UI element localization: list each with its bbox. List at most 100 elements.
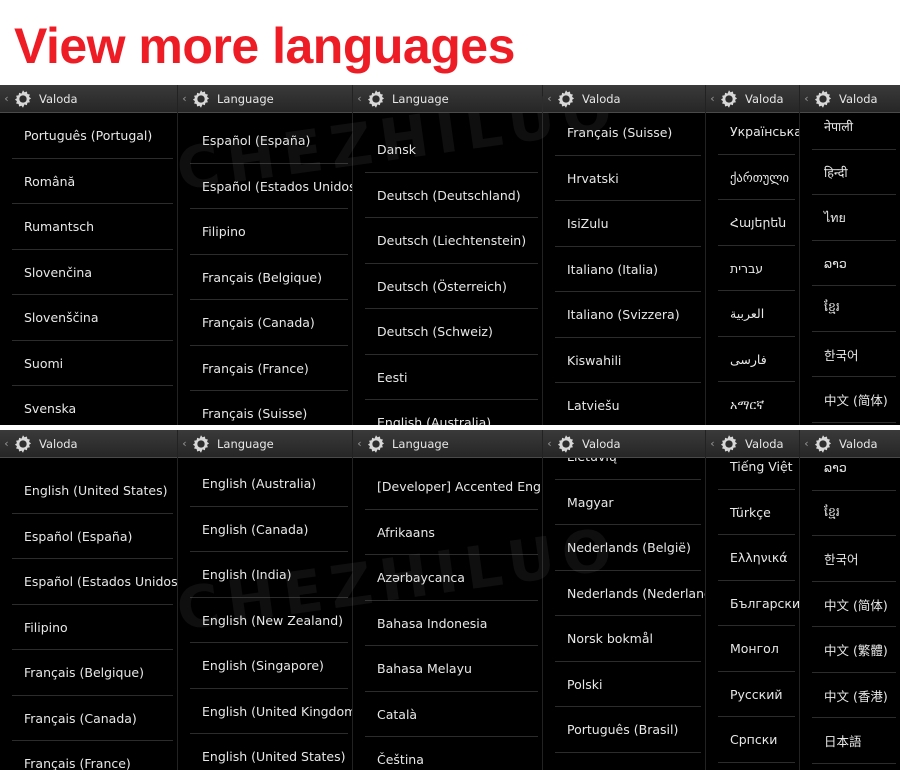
back-arrow-icon[interactable]: ‹: [708, 430, 717, 457]
settings-gear-icon[interactable]: [190, 433, 212, 455]
language-list-item[interactable]: Rumantsch: [0, 204, 177, 250]
language-list-item[interactable]: Kiswahili: [543, 338, 705, 384]
language-list[interactable]: [Developer] Accented EnglishAfrikaansAzə…: [353, 458, 542, 770]
language-list-item[interactable]: Italiano (Svizzera): [543, 292, 705, 338]
language-list-item[interactable]: Монгол: [706, 626, 799, 672]
language-list[interactable]: LietuviųMagyarNederlands (België)Nederla…: [543, 458, 705, 770]
language-list-item[interactable]: Bahasa Melayu: [353, 646, 542, 692]
language-list-item[interactable]: Français (Canada): [178, 300, 352, 346]
back-arrow-icon[interactable]: ‹: [802, 430, 811, 457]
language-list-item[interactable]: Türkçe: [706, 490, 799, 536]
language-list-item[interactable]: Français (France): [0, 741, 177, 770]
back-arrow-icon[interactable]: ‹: [180, 85, 189, 112]
language-list-item[interactable]: Deutsch (Österreich): [353, 264, 542, 310]
language-list-item[interactable]: Français (Suisse): [543, 113, 705, 156]
language-list-item[interactable]: Slovenščina: [0, 295, 177, 341]
settings-gear-icon[interactable]: [718, 433, 740, 455]
language-list-item[interactable]: Русский: [706, 672, 799, 718]
language-list-item[interactable]: Deutsch (Liechtenstein): [353, 218, 542, 264]
language-list-item[interactable]: Bahasa Indonesia: [353, 601, 542, 647]
language-list-item[interactable]: English (Australia): [178, 461, 352, 507]
language-list-item[interactable]: 中文 (简体): [800, 377, 900, 423]
language-list-item[interactable]: 한국어: [800, 332, 900, 378]
language-list-item[interactable]: English (New Zealand): [178, 598, 352, 644]
language-list-item[interactable]: IsiZulu: [543, 201, 705, 247]
language-list-item[interactable]: नेपाली: [800, 113, 900, 150]
settings-gear-icon[interactable]: [555, 433, 577, 455]
language-list-item[interactable]: Svenska: [0, 386, 177, 425]
language-list-item[interactable]: English (Canada): [178, 507, 352, 553]
language-list-item[interactable]: Français (Suisse): [178, 391, 352, 425]
language-list-item[interactable]: Polski: [543, 662, 705, 708]
language-list-item[interactable]: Deutsch (Schweiz): [353, 309, 542, 355]
language-list-item[interactable]: ไทย: [800, 195, 900, 241]
language-list-item[interactable]: Español (España): [178, 118, 352, 164]
language-list-item[interactable]: Italiano (Italia): [543, 247, 705, 293]
language-list[interactable]: Dansk Deutsch (Deutschland) Deutsch (Liech…: [353, 113, 542, 425]
back-arrow-icon[interactable]: ‹: [2, 85, 11, 112]
language-list[interactable]: ລາວ ខ្មែរ 한국어 中文 (简体) 中文 (繁體) 中文 (香港) 日本語: [800, 458, 900, 770]
language-list-item[interactable]: ქართული: [706, 155, 799, 201]
language-list-item[interactable]: Filipino: [0, 605, 177, 651]
language-list-item[interactable]: 中文 (繁體): [800, 627, 900, 673]
language-list-item[interactable]: Français (Belgique): [0, 650, 177, 696]
language-list-item[interactable]: ລາວ: [800, 458, 900, 491]
language-list-item[interactable]: Deutsch (Deutschland): [353, 173, 542, 219]
language-list[interactable]: English (Australia) English (Canada) Engli…: [178, 458, 352, 770]
language-list-item[interactable]: 中文 (简体): [800, 582, 900, 628]
language-list-item[interactable]: ລາວ: [800, 241, 900, 287]
language-list-item[interactable]: Français (France): [178, 346, 352, 392]
language-list[interactable]: Tiếng Việt Türkçe Ελληνικά Български Монгол Р…: [706, 458, 799, 770]
language-list-item[interactable]: 日本語: [800, 718, 900, 764]
language-list[interactable]: Français (Suisse) Hrvatski IsiZulu Italiano…: [543, 113, 705, 425]
language-list-item[interactable]: Latviešu: [543, 383, 705, 425]
language-list-item[interactable]: English (United States): [0, 468, 177, 514]
language-list-item[interactable]: English (Singapore): [178, 643, 352, 689]
language-list[interactable]: Українська ქართული Հայերեն עברית العربية فارس…: [706, 113, 799, 425]
language-list[interactable]: Español (España) Español (Estados Unidos)…: [178, 113, 352, 425]
back-arrow-icon[interactable]: ‹: [180, 430, 189, 457]
language-list-item[interactable]: Nederlands (België): [543, 525, 705, 571]
language-list-item[interactable]: Tiếng Việt: [706, 458, 799, 490]
back-arrow-icon[interactable]: ‹: [355, 430, 364, 457]
language-list-item[interactable]: Afrikaans: [353, 510, 542, 556]
language-list-item[interactable]: Filipino: [178, 209, 352, 255]
language-list-item[interactable]: English (Australia): [353, 400, 542, 425]
language-list-item[interactable]: Norsk bokmål: [543, 616, 705, 662]
back-arrow-icon[interactable]: ‹: [545, 430, 554, 457]
back-arrow-icon[interactable]: ‹: [2, 430, 11, 457]
language-list-item[interactable]: Català: [353, 692, 542, 738]
settings-gear-icon[interactable]: [365, 88, 387, 110]
language-list-item[interactable]: 한국어: [800, 536, 900, 582]
back-arrow-icon[interactable]: ‹: [545, 85, 554, 112]
language-list[interactable]: नेपाली हिन्दी ไทย ລາວ ខ្មែរ 한국어 中文 (简体): [800, 113, 900, 425]
back-arrow-icon[interactable]: ‹: [802, 85, 811, 112]
settings-gear-icon[interactable]: [812, 88, 834, 110]
language-list-item[interactable]: Português (Portugal): [0, 113, 177, 159]
language-list-item[interactable]: [Developer] Accented English: [353, 464, 542, 510]
language-list-item[interactable]: English (India): [178, 552, 352, 598]
settings-gear-icon[interactable]: [365, 433, 387, 455]
language-list-item[interactable]: Português (Brasil): [543, 707, 705, 753]
language-list-item[interactable]: Magyar: [543, 480, 705, 526]
language-list-item[interactable]: Dansk: [353, 127, 542, 173]
back-arrow-icon[interactable]: ‹: [355, 85, 364, 112]
language-list-item[interactable]: हिन्दी: [800, 150, 900, 196]
language-list-item[interactable]: Հայերեն: [706, 200, 799, 246]
language-list-item[interactable]: Slovenčina: [0, 250, 177, 296]
language-list-item[interactable]: ខ្មែរ: [800, 491, 900, 537]
settings-gear-icon[interactable]: [812, 433, 834, 455]
language-list-item[interactable]: Suomi: [0, 341, 177, 387]
language-list-item[interactable]: Azərbaycanca: [353, 555, 542, 601]
language-list-item[interactable]: Српски: [706, 717, 799, 763]
language-list-item[interactable]: አማርኛ: [706, 382, 799, 425]
settings-gear-icon[interactable]: [12, 88, 34, 110]
language-list-item[interactable]: Español (Estados Unidos): [0, 559, 177, 605]
language-list-item[interactable]: Română: [0, 159, 177, 205]
settings-gear-icon[interactable]: [190, 88, 212, 110]
language-list-item[interactable]: Български: [706, 581, 799, 627]
language-list[interactable]: English (United States) Español (España) E…: [0, 458, 177, 770]
language-list-item[interactable]: فارسی: [706, 337, 799, 383]
language-list-item[interactable]: Hrvatski: [543, 156, 705, 202]
language-list-item[interactable]: Français (Canada): [0, 696, 177, 742]
